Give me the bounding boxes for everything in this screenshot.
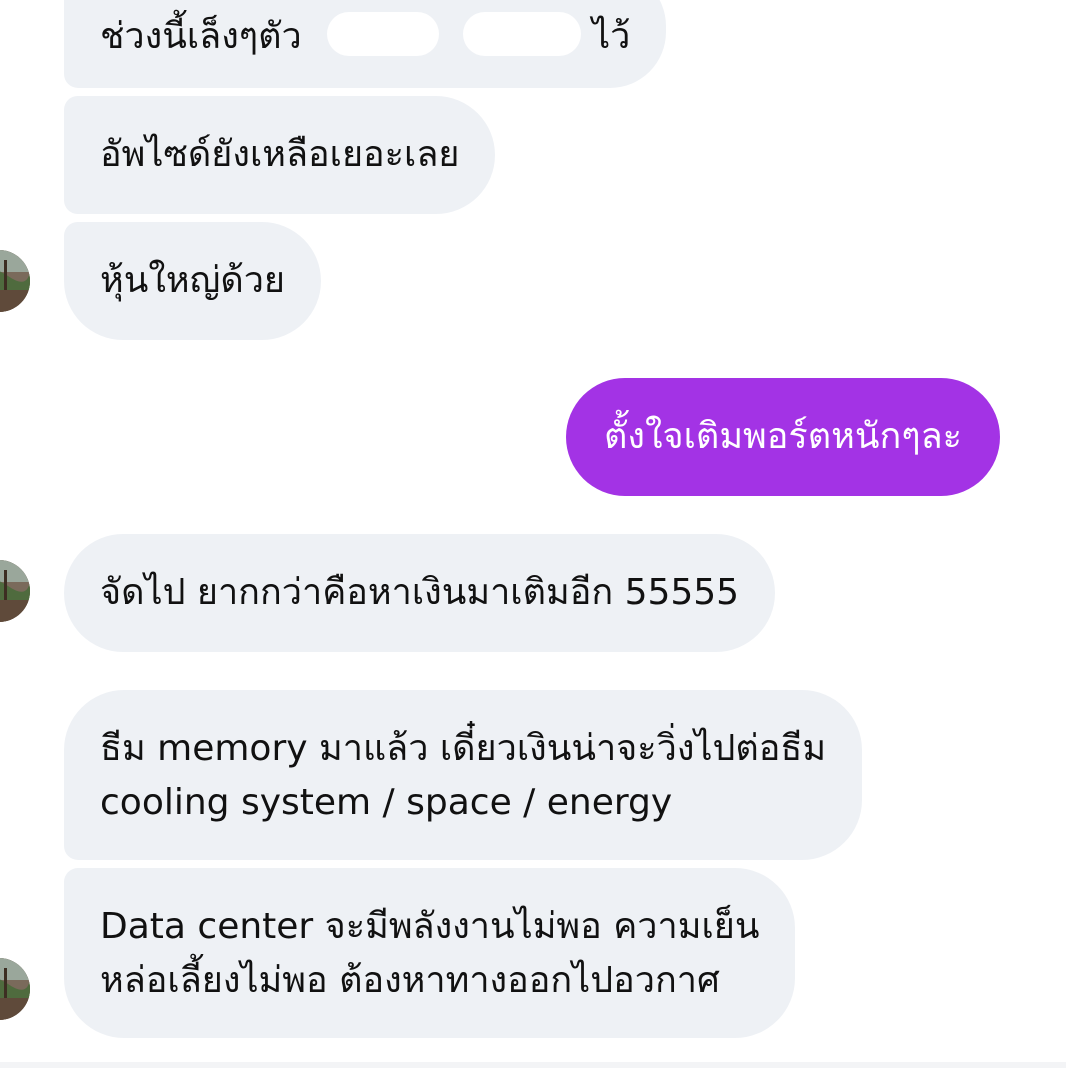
message-text: อัพไซด์ยังเหลือเยอะเลย	[100, 134, 460, 175]
message-text-line: cooling system / space / energy	[100, 782, 673, 823]
message-text: ไว้	[592, 16, 631, 57]
avatar-photo-icon	[0, 560, 30, 622]
avatar[interactable]	[0, 958, 30, 1020]
message-text-line: ธีม memory มาแล้ว เดี๋ยวเงินน่าจะวิ่งไปต…	[100, 728, 827, 769]
message-bubble-incoming[interactable]: จัดไป ยากกว่าคือหาเงินมาเติมอีก 55555	[64, 534, 776, 652]
message-bubble-incoming[interactable]: Data center จะมีพลังงานไม่พอ ความเย็น หล…	[64, 868, 796, 1038]
message-bubble-outgoing[interactable]: ตั้งใจเติมพอร์ตหนักๆละ	[566, 378, 1000, 496]
avatar-photo-icon	[0, 958, 30, 1020]
avatar[interactable]	[0, 560, 30, 622]
redacted-text-block	[462, 12, 581, 56]
message-bubble-incoming[interactable]: ช่วงนี้เล็งๆตัว ไว้	[64, 0, 667, 88]
redacted-text-block	[327, 12, 440, 56]
message-text: ตั้งใจเติมพอร์ตหนักๆละ	[604, 416, 962, 457]
message-text-line: หล่อเลี้ยงไม่พอ ต้องหาทางออกไปอวกาศ	[100, 960, 720, 1001]
divider	[0, 1062, 1066, 1068]
message-text: หุ้นใหญ่ด้วย	[100, 260, 286, 301]
message-bubble-incoming[interactable]: อัพไซด์ยังเหลือเยอะเลย	[64, 96, 496, 214]
message-text: ช่วงนี้เล็งๆตัว	[100, 16, 302, 57]
message-text-line: Data center จะมีพลังงานไม่พอ ความเย็น	[100, 906, 760, 947]
avatar-photo-icon	[0, 250, 30, 312]
message-text: จัดไป ยากกว่าคือหาเงินมาเติมอีก 55555	[100, 572, 740, 613]
message-bubble-incoming[interactable]: หุ้นใหญ่ด้วย	[64, 222, 322, 340]
avatar[interactable]	[0, 250, 30, 312]
message-bubble-incoming[interactable]: ธีม memory มาแล้ว เดี๋ยวเงินน่าจะวิ่งไปต…	[64, 690, 863, 860]
